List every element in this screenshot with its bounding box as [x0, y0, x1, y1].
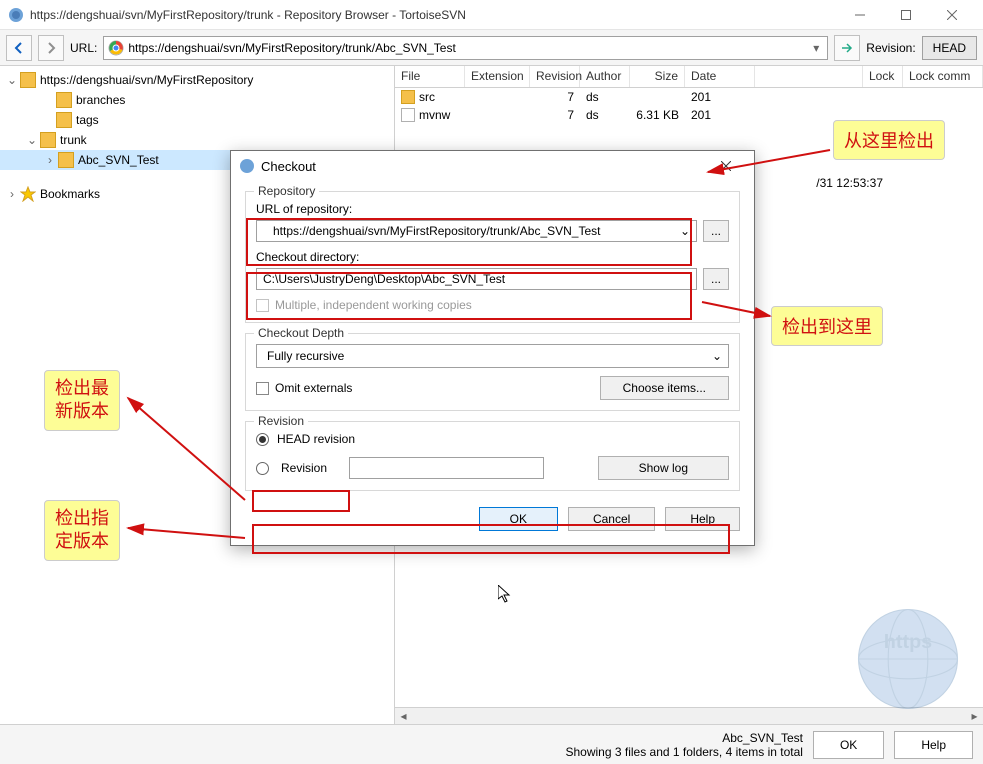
chrome-icon — [108, 40, 124, 56]
url-input-field[interactable] — [128, 41, 809, 55]
revision-number-input[interactable] — [349, 457, 544, 479]
tree-label: https://dengshuai/svn/MyFirstRepository — [40, 73, 253, 87]
checkout-dialog: Checkout Repository URL of repository: h… — [230, 150, 755, 546]
forward-button[interactable] — [38, 35, 64, 61]
svg-text:https: https — [884, 631, 932, 653]
repository-group: Repository URL of repository: https://de… — [245, 191, 740, 323]
dialog-close-button[interactable] — [706, 151, 746, 181]
head-revision-label: HEAD revision — [277, 432, 355, 446]
window-titlebar: https://dengshuai/svn/MyFirstRepository/… — [0, 0, 983, 30]
list-row[interactable]: src 7 ds 201 — [395, 88, 983, 106]
col-lock-comment[interactable]: Lock comm — [903, 66, 983, 87]
revision-radio-label: Revision — [281, 461, 337, 475]
tree-label: Abc_SVN_Test — [78, 153, 159, 167]
annotation: 从这里检出 — [833, 120, 945, 160]
folder-icon — [20, 72, 36, 88]
multiple-copies-label: Multiple, independent working copies — [275, 298, 472, 312]
tree-label: Bookmarks — [40, 187, 100, 201]
col-author[interactable]: Author — [580, 66, 630, 87]
maximize-button[interactable] — [883, 0, 929, 30]
col-date[interactable]: Date — [685, 66, 755, 87]
checkout-dir-label: Checkout directory: — [256, 250, 729, 264]
col-extension[interactable]: Extension — [465, 66, 530, 87]
dropdown-icon[interactable]: ⌄ — [680, 224, 690, 238]
multiple-copies-checkbox — [256, 299, 269, 312]
ok-button[interactable]: OK — [479, 507, 558, 531]
tortoisesvn-icon — [239, 158, 255, 174]
group-label: Checkout Depth — [254, 326, 348, 340]
tortoisesvn-icon — [8, 7, 24, 23]
list-header: File Extension Revision Author Size Date… — [395, 66, 983, 88]
col-revision[interactable]: Revision — [530, 66, 580, 87]
url-label: URL: — [70, 41, 97, 55]
back-button[interactable] — [6, 35, 32, 61]
chevron-right-icon[interactable]: › — [42, 153, 58, 167]
file-name: src — [419, 90, 435, 104]
revision-group: Revision HEAD revision Revision Show log — [245, 421, 740, 491]
help-button[interactable]: Help — [665, 507, 740, 531]
chevron-down-icon[interactable]: ⌄ — [4, 73, 20, 87]
close-button[interactable] — [929, 0, 975, 30]
col-file[interactable]: File — [395, 66, 465, 87]
revision-button[interactable]: HEAD — [922, 36, 977, 60]
omit-externals-checkbox[interactable] — [256, 382, 269, 395]
group-label: Repository — [254, 184, 319, 198]
url-dropdown-icon[interactable]: ▾ — [809, 41, 823, 55]
folder-icon — [56, 92, 72, 108]
folder-icon — [40, 132, 56, 148]
revision-radio[interactable] — [256, 462, 269, 475]
file-icon — [401, 108, 415, 122]
annotation: 检出指定版本 — [44, 500, 120, 561]
checkout-depth-group: Checkout Depth Fully recursive ⌄ Omit ex… — [245, 333, 740, 411]
omit-externals-label: Omit externals — [275, 381, 352, 395]
browse-repo-button[interactable]: ... — [703, 220, 729, 242]
head-revision-radio[interactable] — [256, 433, 269, 446]
statusbar-ok-button[interactable]: OK — [813, 731, 884, 759]
tree-root[interactable]: ⌄ https://dengshuai/svn/MyFirstRepositor… — [0, 70, 394, 90]
minimize-button[interactable] — [837, 0, 883, 30]
chevron-right-icon[interactable]: › — [4, 187, 20, 201]
https-globe-watermark: https — [853, 604, 963, 714]
annotation: 检出最新版本 — [44, 370, 120, 431]
cancel-button[interactable]: Cancel — [568, 507, 655, 531]
tree-label: tags — [76, 113, 99, 127]
chevron-down-icon[interactable]: ⌄ — [24, 133, 40, 147]
depth-select[interactable]: Fully recursive ⌄ — [256, 344, 729, 368]
folder-icon — [58, 152, 74, 168]
show-log-button[interactable]: Show log — [598, 456, 729, 480]
folder-icon — [401, 90, 415, 104]
cursor-icon — [498, 585, 514, 605]
star-icon — [20, 186, 36, 202]
browse-dir-button[interactable]: ... — [703, 268, 729, 290]
dropdown-icon[interactable]: ⌄ — [712, 349, 722, 363]
repo-url-input[interactable]: https://dengshuai/svn/MyFirstRepository/… — [256, 220, 697, 242]
dialog-title: Checkout — [261, 159, 706, 174]
tree-label: trunk — [60, 133, 87, 147]
tree-node-trunk[interactable]: ⌄ trunk — [0, 130, 394, 150]
col-lock[interactable]: Lock — [863, 66, 903, 87]
url-input[interactable]: ▾ — [103, 36, 828, 60]
status-text: Abc_SVN_Test Showing 3 files and 1 folde… — [10, 731, 803, 759]
group-label: Revision — [254, 414, 308, 428]
statusbar-help-button[interactable]: Help — [894, 731, 973, 759]
folder-icon — [56, 112, 72, 128]
tree-label: branches — [76, 93, 125, 107]
url-of-repo-label: URL of repository: — [256, 202, 729, 216]
tree-node-tags[interactable]: tags — [0, 110, 394, 130]
choose-items-button[interactable]: Choose items... — [600, 376, 729, 400]
revision-label: Revision: — [866, 41, 915, 55]
col-size[interactable]: Size — [630, 66, 685, 87]
scroll-right-icon[interactable]: ▸ — [966, 708, 983, 725]
toolbar: URL: ▾ Revision: HEAD — [0, 30, 983, 66]
go-button[interactable] — [834, 35, 860, 61]
checkout-dir-input[interactable]: C:\Users\JustryDeng\Desktop\Abc_SVN_Test — [256, 268, 697, 290]
scroll-left-icon[interactable]: ◂ — [395, 708, 412, 725]
window-title: https://dengshuai/svn/MyFirstRepository/… — [30, 8, 837, 22]
dialog-titlebar: Checkout — [231, 151, 754, 181]
tree-node-branches[interactable]: branches — [0, 90, 394, 110]
partial-date: /31 12:53:37 — [816, 176, 883, 190]
annotation: 检出到这里 — [771, 306, 883, 346]
file-name: mvnw — [419, 108, 450, 122]
statusbar: Abc_SVN_Test Showing 3 files and 1 folde… — [0, 724, 983, 764]
